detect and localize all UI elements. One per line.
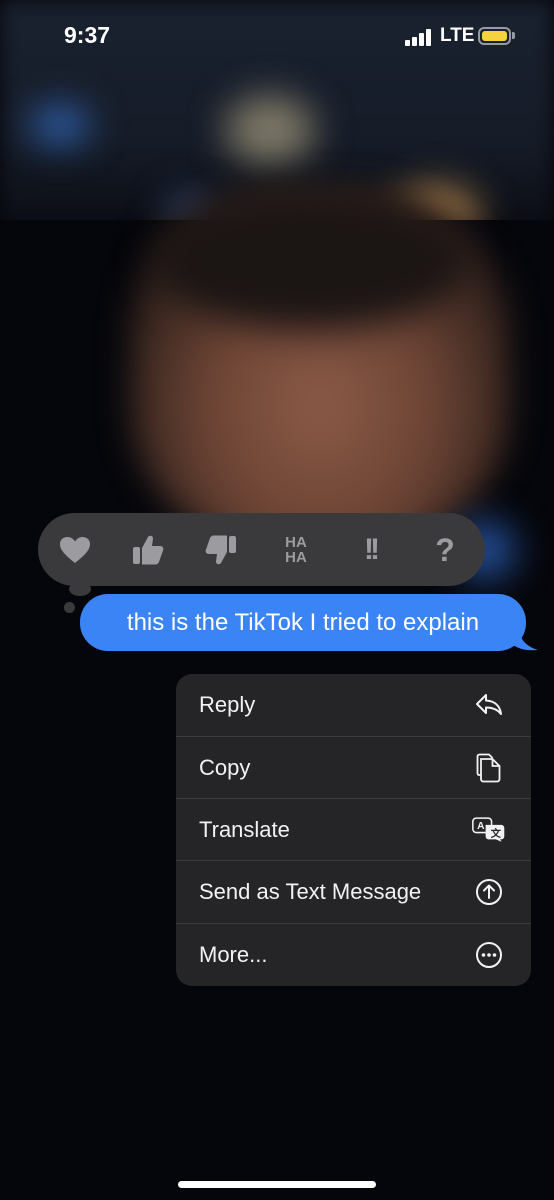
menu-item-more[interactable]: More... bbox=[176, 924, 531, 986]
menu-item-translate[interactable]: Translate A 文 bbox=[176, 799, 531, 861]
home-indicator[interactable] bbox=[178, 1181, 376, 1188]
thumbs-up-icon[interactable] bbox=[126, 528, 170, 572]
svg-text:A: A bbox=[477, 821, 485, 832]
menu-item-send-as-text[interactable]: Send as Text Message bbox=[176, 861, 531, 923]
status-time: 9:37 bbox=[64, 22, 111, 48]
menu-item-label: Reply bbox=[199, 692, 256, 717]
menu-item-reply[interactable]: Reply bbox=[176, 674, 531, 736]
menu-item-label: Translate bbox=[199, 817, 290, 842]
cellular-signal-icon bbox=[405, 28, 435, 46]
ellipsis-circle-icon bbox=[472, 938, 506, 972]
menu-item-label: More... bbox=[199, 942, 268, 967]
battery-icon bbox=[478, 27, 511, 45]
reply-arrow-icon bbox=[472, 688, 506, 722]
status-bar: 9:37 LTE bbox=[0, 0, 554, 76]
tapback-bar: HA HA !! ? bbox=[38, 513, 485, 586]
exclamation-icon[interactable]: !! bbox=[348, 528, 392, 572]
tapback-tail-dot bbox=[64, 602, 75, 613]
svg-text:文: 文 bbox=[490, 827, 502, 840]
message-bubble[interactable]: this is the TikTok I tried to explain bbox=[80, 594, 526, 651]
battery-level bbox=[482, 31, 507, 41]
haha-line-1: HA bbox=[285, 534, 307, 551]
battery-cap bbox=[512, 32, 515, 39]
copy-icon bbox=[472, 751, 506, 785]
menu-item-label: Copy bbox=[199, 755, 251, 780]
question-icon[interactable]: ? bbox=[423, 528, 467, 572]
heart-icon[interactable] bbox=[53, 528, 97, 572]
translate-icon: A 文 bbox=[472, 813, 506, 847]
message-text: this is the TikTok I tried to explain bbox=[126, 608, 480, 636]
arrow-up-circle-icon bbox=[472, 875, 506, 909]
thumbs-down-icon[interactable] bbox=[199, 528, 243, 572]
menu-item-copy[interactable]: Copy bbox=[176, 737, 531, 799]
context-menu: Reply Copy Translate A 文 Send as Text Me… bbox=[176, 674, 531, 986]
haha-icon[interactable]: HA HA bbox=[274, 528, 318, 572]
network-type: LTE bbox=[440, 25, 475, 46]
menu-item-label: Send as Text Message bbox=[199, 879, 422, 904]
haha-line-2: HA bbox=[285, 549, 307, 566]
